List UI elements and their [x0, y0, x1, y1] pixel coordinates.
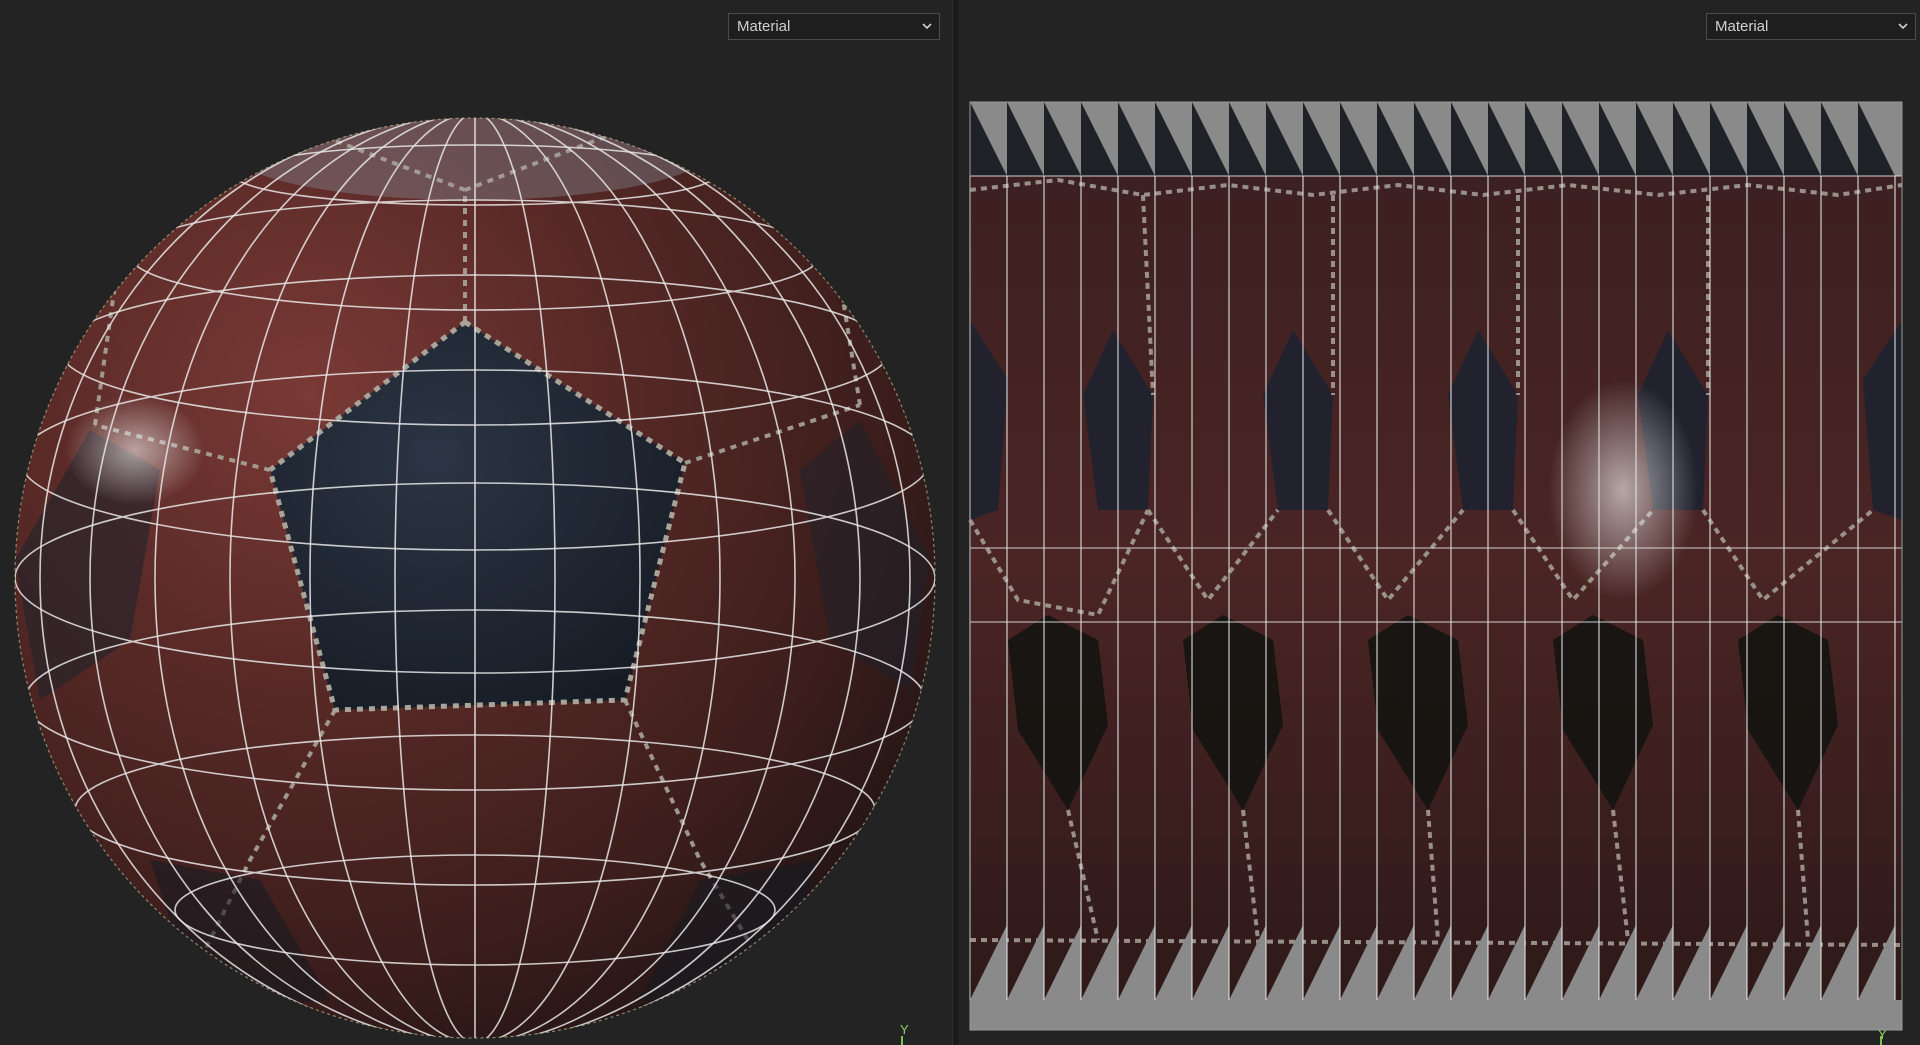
axis-label: Y	[1878, 1027, 1887, 1042]
axis-gizmo-icon	[901, 1036, 903, 1045]
shading-mode-dropdown-left[interactable]: Material	[728, 13, 940, 40]
soccer-ball-model	[14, 117, 936, 1039]
viewport-uv[interactable]: Material Y	[958, 0, 1920, 1045]
shading-mode-value: Material	[1715, 18, 1769, 35]
shading-mode-dropdown-right[interactable]: Material	[1706, 13, 1916, 40]
uv-editor-canvas[interactable]	[958, 0, 1920, 1045]
axis-label: Y	[900, 1022, 909, 1037]
shading-mode-value: Material	[737, 18, 791, 35]
viewport-3d[interactable]: Material Y	[0, 0, 952, 1045]
uv-texture-map	[968, 101, 1903, 1031]
app-window: Material Y Material Y	[0, 0, 1920, 1045]
viewport-3d-canvas[interactable]	[0, 0, 952, 1045]
chevron-down-icon	[1898, 23, 1908, 30]
chevron-down-icon	[922, 23, 932, 30]
